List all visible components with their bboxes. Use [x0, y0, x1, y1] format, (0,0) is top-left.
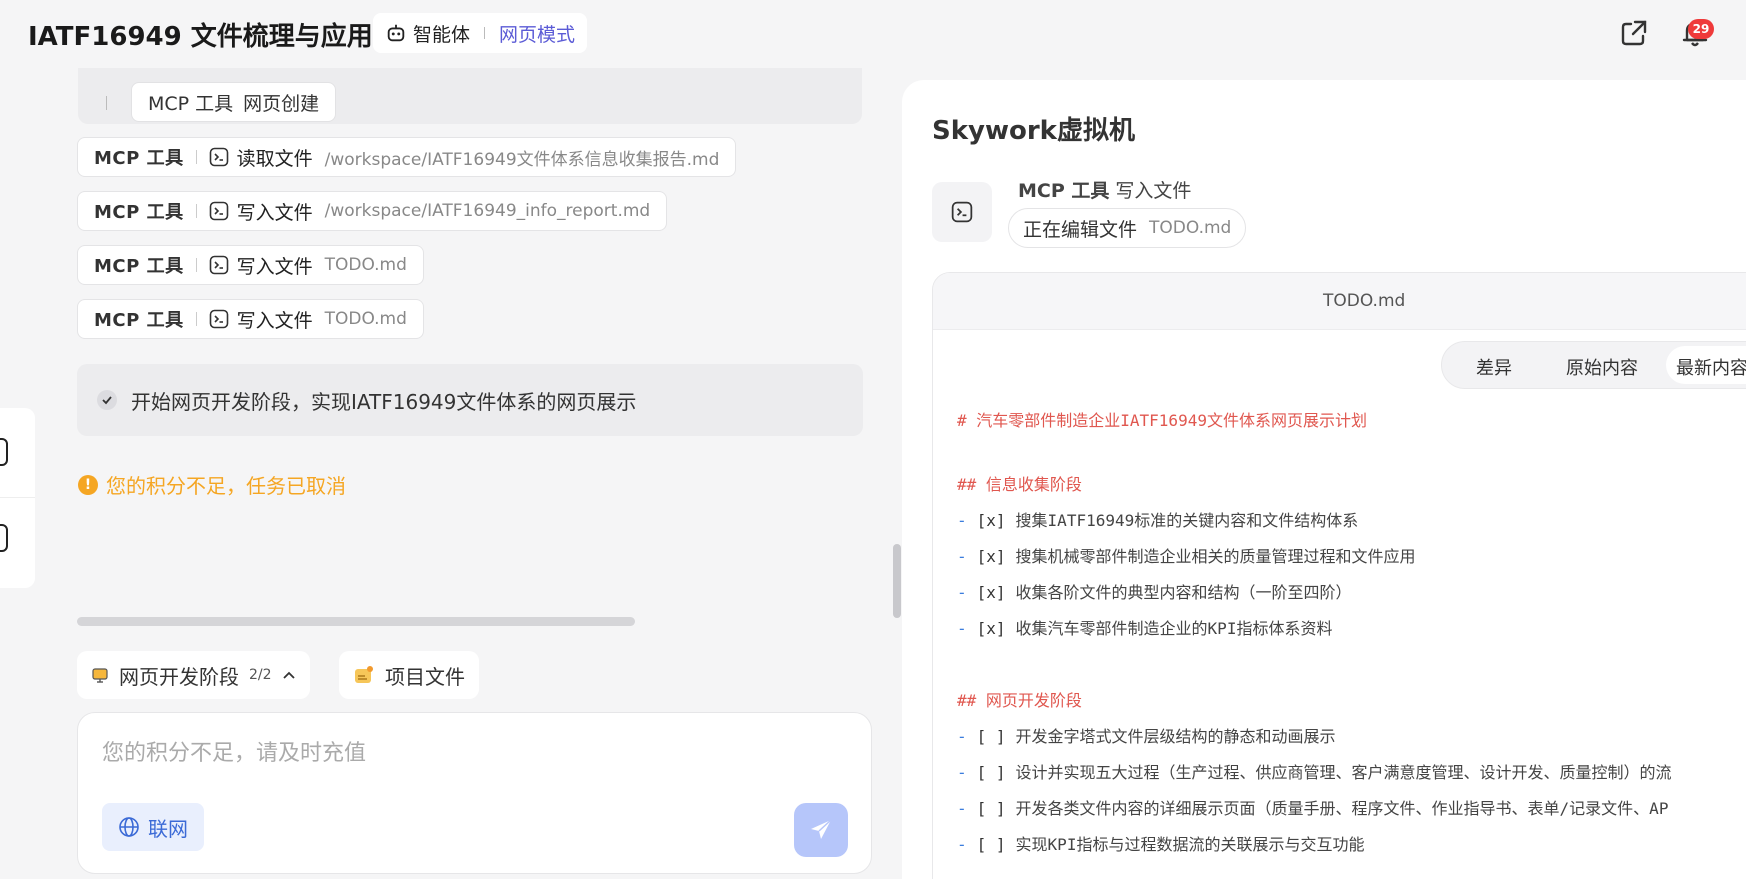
divider [195, 204, 197, 218]
editor-filename: TODO.md [1323, 291, 1406, 311]
code-line: - [x] 搜集IATF16949标准的关键内容和文件结构体系 [957, 511, 1359, 530]
mcp-label: MCP 工具 [94, 202, 184, 223]
divider [195, 312, 197, 326]
collapsed-step-clip: MCP 工具 网页创建 [78, 68, 864, 126]
warning-icon: ! [78, 474, 98, 495]
editing-status-pill: 正在编辑文件 TODO.md [1008, 208, 1247, 248]
divider [195, 258, 197, 272]
side-tab-divider [0, 497, 35, 498]
send-icon [811, 819, 832, 839]
vm-tool-label: MCP 工具 写入文件 [1018, 176, 1191, 203]
tab-diff[interactable]: 差异 [1476, 354, 1512, 380]
terminal-icon [209, 147, 228, 167]
tab-original[interactable]: 原始内容 [1566, 354, 1638, 380]
tool-path: TODO.md [324, 255, 407, 275]
vm-panel: Skywork虚拟机 MCP 工具 写入文件 正在编辑文件 TODO.md TOD… [902, 80, 1746, 879]
tab-latest[interactable]: 最新内容 [1676, 354, 1746, 380]
phase-label: 网页开发阶段 [119, 664, 239, 689]
collapsed-step-card: MCP 工具 网页创建 [78, 68, 862, 124]
vm-tool-action: 写入文件 [1115, 180, 1192, 202]
terminal-icon [209, 309, 228, 329]
vertical-scrollbar[interactable] [893, 544, 901, 618]
network-label: 联网 [148, 816, 188, 841]
side-floating-tab[interactable] [0, 408, 35, 588]
mcp-label: MCP 工具 [94, 148, 184, 169]
monitor-icon [92, 668, 108, 683]
mode-web-label[interactable]: 网页模式 [499, 20, 575, 47]
code-line: ## 信息收集阶段 [957, 475, 1082, 494]
mcp-label: MCP 工具 [94, 256, 184, 277]
tool-action: 写入文件 [236, 255, 313, 278]
phase-count: 2/2 [249, 667, 272, 683]
tool-call-web-create[interactable]: MCP 工具 网页创建 [131, 82, 337, 122]
mcp-label: MCP 工具 [148, 92, 234, 115]
code-line: -[ ] 实现KPI指标与过程数据流的关联展示与交互功能 [957, 835, 1365, 854]
terminal-icon [209, 255, 228, 275]
phase-chip[interactable]: 网页开发阶段 2/2 [77, 651, 310, 699]
project-files-chip[interactable]: 项目文件 [339, 651, 479, 699]
page-title: IATF16949 文件梳理与应用 [28, 22, 373, 52]
vm-mcp-label: MCP 工具 [1018, 180, 1110, 202]
message-input-box[interactable]: 您的积分不足，请及时充值 联网 [77, 712, 872, 874]
file-folder-icon [355, 666, 373, 683]
globe-icon [119, 817, 139, 837]
tool-call-row[interactable]: MCP 工具 写入文件 /workspace/IATF16949_info_re… [77, 191, 668, 231]
mcp-label: MCP 工具 [94, 310, 184, 331]
tool-call-row[interactable]: MCP 工具 读取文件 /workspace/IATF16949文件体系信息收集… [77, 137, 737, 177]
tool-path: /workspace/IATF16949文件体系信息收集报告.md [324, 149, 720, 170]
tool-action: 写入文件 [236, 201, 313, 224]
vm-title: Skywork虚拟机 [932, 116, 1135, 146]
tool-action: 写入文件 [236, 309, 313, 332]
chevron-up-icon[interactable] [282, 668, 296, 682]
warning-text: 您的积分不足，任务已取消 [106, 474, 346, 498]
code-line: - [x] 搜集机械零部件制造企业相关的质量管理过程和文件应用 [957, 547, 1416, 566]
terminal-icon [951, 201, 973, 223]
terminal-icon [209, 201, 228, 221]
check-icon [97, 390, 117, 410]
tool-call-row[interactable]: MCP 工具 写入文件 TODO.md [77, 245, 424, 285]
timeline-line [106, 96, 107, 110]
editing-file: TODO.md [1149, 218, 1232, 238]
mode-separator [484, 27, 486, 39]
robot-icon [387, 24, 405, 42]
mode-switch[interactable]: 智能体 网页模式 [373, 13, 588, 53]
vm-tool-icon-box [932, 182, 992, 242]
tool-call-row[interactable]: MCP 工具 写入文件 TODO.md [77, 299, 424, 339]
network-toggle-button[interactable]: 联网 [102, 803, 204, 851]
step-status-card[interactable]: 开始网页开发阶段，实现IATF16949文件体系的网页展示 [77, 364, 863, 436]
code-line: - [x] 收集汽车零部件制造企业的KPI指标体系资料 [957, 619, 1333, 638]
message-input-placeholder[interactable]: 您的积分不足，请及时充值 [102, 735, 366, 767]
project-files-label: 项目文件 [385, 664, 465, 689]
tool-action: 读取文件 [236, 147, 313, 170]
side-tab-icon[interactable] [0, 438, 8, 466]
tool-path: /workspace/IATF16949_info_report.md [324, 201, 651, 221]
horizontal-scrollbar[interactable] [77, 617, 635, 626]
tool-path: TODO.md [324, 309, 407, 329]
view-tabs: 差异 原始内容 最新内容 [1441, 341, 1746, 389]
file-editor: TODO.md 差异 原始内容 最新内容 # 汽车零部件制造企业IATF1694… [932, 272, 1746, 879]
code-line: - [x] 收集各阶文件的典型内容和结构（一阶至四阶） [957, 583, 1352, 602]
divider [195, 150, 197, 164]
step-text: 开始网页开发阶段，实现IATF16949文件体系的网页展示 [131, 389, 637, 414]
code-line: -[ ] 设计并实现五大过程（生产过程、供应商管理、客户满意度管理、设计开发、质量… [957, 763, 1672, 782]
editor-header: TODO.md [933, 273, 1746, 330]
code-line: -[ ] 开发金字塔式文件层级结构的静态和动画展示 [957, 727, 1336, 746]
share-icon[interactable] [1617, 16, 1651, 50]
mode-agent-label[interactable]: 智能体 [413, 20, 470, 47]
credit-warning: ! 您的积分不足，任务已取消 [78, 470, 346, 499]
code-line: -[ ] 开发各类文件内容的详细展示页面（质量手册、程序文件、作业指导书、表单/记… [957, 799, 1669, 818]
code-line: ## 网页开发阶段 [957, 691, 1082, 710]
top-header: IATF16949 文件梳理与应用 智能体 网页模式 29 [0, 0, 1746, 68]
send-button[interactable] [794, 803, 848, 857]
code-line: # 汽车零部件制造企业IATF16949文件体系网页展示计划 [957, 411, 1367, 430]
side-tab-icon[interactable] [0, 524, 8, 552]
tool-action: 网页创建 [243, 92, 320, 115]
notification-badge: 29 [1688, 19, 1714, 39]
editing-label: 正在编辑文件 [1023, 218, 1138, 241]
